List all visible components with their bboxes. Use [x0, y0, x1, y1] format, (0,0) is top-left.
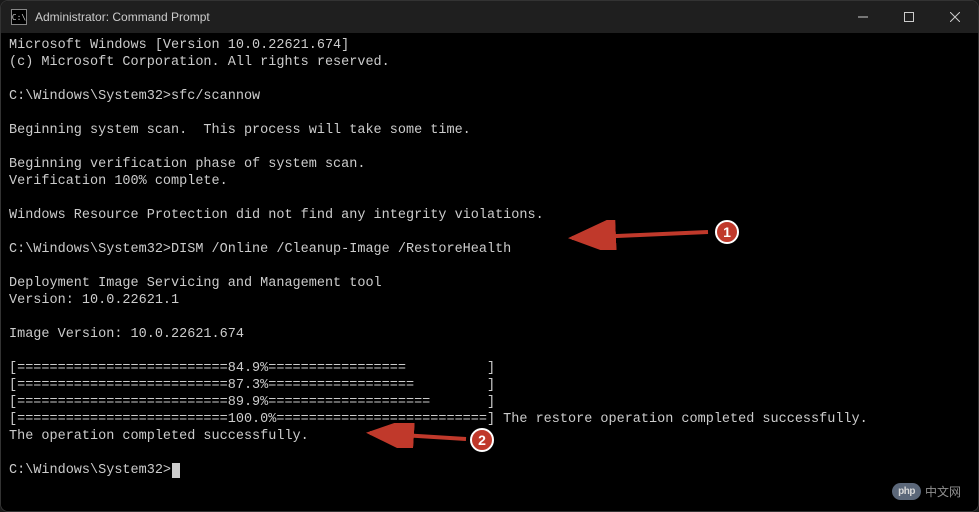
- cmd-icon: C:\: [11, 9, 27, 25]
- terminal-output[interactable]: Microsoft Windows [Version 10.0.22621.67…: [1, 33, 978, 511]
- titlebar[interactable]: C:\ Administrator: Command Prompt: [1, 1, 978, 33]
- output-line: [==========================84.9%========…: [9, 361, 495, 376]
- output-line: Deployment Image Servicing and Managemen…: [9, 276, 382, 291]
- output-line: [==========================89.9%========…: [9, 395, 495, 410]
- output-line: Windows Resource Protection did not find…: [9, 208, 544, 223]
- close-button[interactable]: [932, 1, 978, 33]
- watermark-text: 中文网: [925, 483, 961, 500]
- prompt-line: C:\Windows\System32>: [9, 463, 171, 478]
- output-line: Beginning verification phase of system s…: [9, 157, 365, 172]
- output-line: Image Version: 10.0.22621.674: [9, 327, 244, 342]
- output-line: C:\Windows\System32>DISM /Online /Cleanu…: [9, 242, 511, 257]
- output-line: The operation completed successfully.: [9, 429, 309, 444]
- watermark-logo: php: [892, 483, 921, 500]
- minimize-button[interactable]: [840, 1, 886, 33]
- maximize-button[interactable]: [886, 1, 932, 33]
- command-prompt-window: C:\ Administrator: Command Prompt Micros…: [0, 0, 979, 512]
- output-line: [==========================87.3%========…: [9, 378, 495, 393]
- output-line: C:\Windows\System32>sfc/scannow: [9, 89, 260, 104]
- output-line: Beginning system scan. This process will…: [9, 123, 471, 138]
- output-line: (c) Microsoft Corporation. All rights re…: [9, 55, 390, 70]
- cursor: [172, 463, 180, 478]
- output-line: Verification 100% complete.: [9, 174, 228, 189]
- output-line: Microsoft Windows [Version 10.0.22621.67…: [9, 38, 349, 53]
- output-line: Version: 10.0.22621.1: [9, 293, 179, 308]
- watermark: php 中文网: [892, 483, 961, 500]
- window-title: Administrator: Command Prompt: [35, 10, 210, 24]
- output-line: [==========================100.0%=======…: [9, 412, 868, 427]
- window-controls: [840, 1, 978, 33]
